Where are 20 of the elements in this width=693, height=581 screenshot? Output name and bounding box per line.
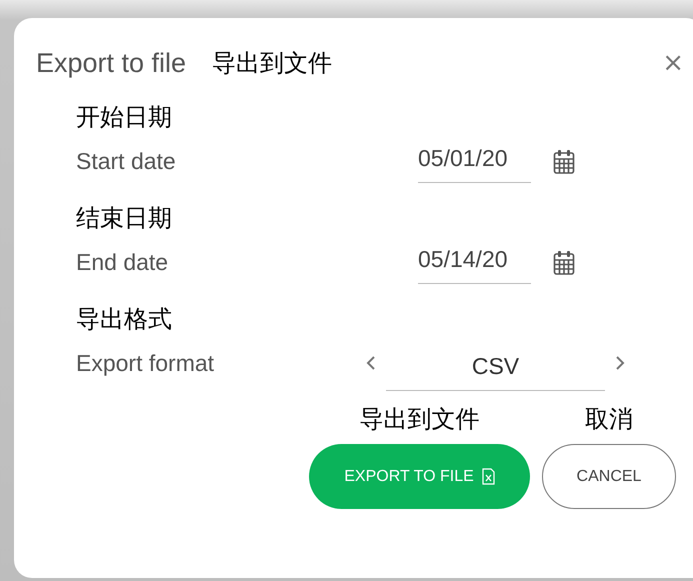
chevron-left-icon[interactable] [366, 355, 376, 372]
cancel-button[interactable]: CANCEL [542, 444, 676, 510]
calendar-icon[interactable] [553, 250, 575, 276]
date-field[interactable]: 05/14/20 [418, 242, 531, 284]
translation-label: 导出格式 [76, 304, 173, 334]
field-label: Export format [76, 350, 216, 377]
title-translation: 导出到文件 [212, 49, 332, 78]
close-button[interactable]: × [662, 48, 684, 78]
chevron-right-icon[interactable] [615, 355, 625, 372]
date-field[interactable]: 05/01/20 [418, 140, 531, 183]
calendar-icon[interactable] [553, 148, 575, 175]
translation-label: 导出到文件 [360, 405, 480, 434]
translation-label: 取消 [585, 405, 633, 434]
field-label: End date [76, 249, 170, 276]
spreadsheet-file-icon [482, 468, 495, 486]
field-label: Start date [76, 148, 177, 176]
translation-label: 开始日期 [76, 103, 173, 132]
format-value[interactable]: CSV [386, 349, 605, 392]
translation-label: 结束日期 [76, 204, 173, 233]
dialog-title: Export to file [36, 48, 186, 79]
